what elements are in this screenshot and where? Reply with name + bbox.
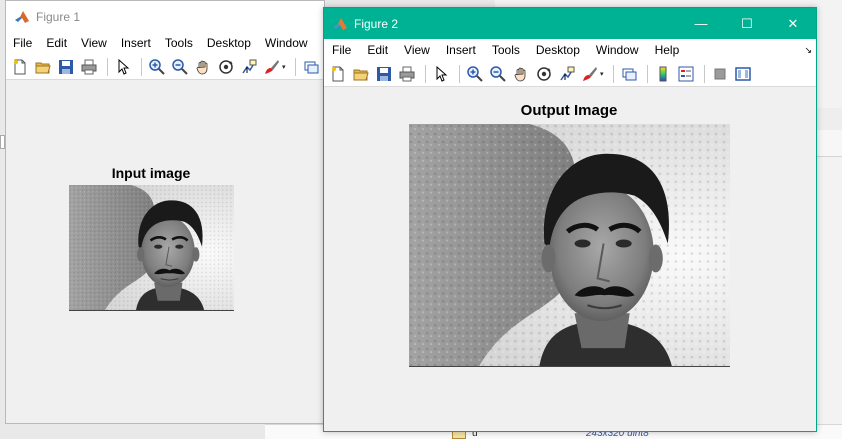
figure-1-menubar: File Edit View Insert Tools Desktop Window	[6, 32, 324, 54]
menu-tools[interactable]: Tools	[484, 39, 528, 61]
menu-file[interactable]: File	[324, 39, 359, 61]
output-image-title: Output Image	[520, 102, 618, 119]
figure-2-titlebar[interactable]: Figure 2 — ☐ ✕	[324, 8, 816, 39]
toolbar-separator	[459, 64, 460, 83]
save-icon[interactable]	[374, 64, 394, 84]
input-image	[69, 185, 234, 310]
hide-plot-tools-icon[interactable]	[710, 64, 730, 84]
figure-2-window: Figure 2 — ☐ ✕ File Edit View Insert Tools De…	[323, 7, 817, 432]
toolbar-separator	[646, 64, 648, 83]
window-controls: — ☐ ✕	[678, 8, 816, 39]
toolbar-separator	[107, 57, 108, 76]
brush-icon[interactable]	[580, 64, 600, 84]
toolbar-separator	[612, 64, 614, 83]
figure-1-window: Figure 1 File Edit View Insert Tools Desktop W…	[5, 0, 325, 424]
input-image-axes[interactable]	[69, 185, 234, 311]
print-icon[interactable]	[79, 57, 99, 77]
dock-arrow-icon[interactable]: ↘	[804, 45, 812, 56]
menu-insert[interactable]: Insert	[438, 39, 484, 61]
input-image-title: Input image	[111, 165, 191, 181]
toolbar-separator	[703, 64, 705, 83]
menu-view[interactable]: View	[396, 39, 438, 61]
show-plot-tools-icon[interactable]	[733, 64, 753, 84]
menu-desktop[interactable]: Desktop	[200, 32, 258, 54]
legend-icon[interactable]	[676, 64, 696, 84]
menu-edit[interactable]: Edit	[39, 32, 74, 54]
dropdown-arrow-icon[interactable]: ▾	[600, 70, 604, 78]
data-cursor-icon[interactable]	[557, 64, 577, 84]
toolbar-separator	[294, 57, 296, 76]
minimize-button[interactable]: —	[678, 8, 724, 39]
menu-window[interactable]: Window	[258, 32, 315, 54]
matlab-logo-icon	[332, 16, 348, 32]
data-cursor-icon[interactable]	[239, 57, 259, 77]
open-folder-icon[interactable]	[351, 64, 371, 84]
zoom-out-icon[interactable]	[170, 57, 190, 77]
figure-2-title: Figure 2	[354, 16, 399, 31]
link-plot-icon[interactable]	[301, 57, 321, 77]
menu-view[interactable]: View	[74, 32, 114, 54]
zoom-in-icon[interactable]	[465, 64, 485, 84]
pointer-icon[interactable]	[431, 64, 451, 84]
menu-tools[interactable]: Tools	[158, 32, 200, 54]
menu-insert[interactable]: Insert	[114, 32, 158, 54]
open-folder-icon[interactable]	[33, 57, 53, 77]
link-plot-icon[interactable]	[619, 64, 639, 84]
pan-hand-icon[interactable]	[193, 57, 213, 77]
colorbar-icon[interactable]	[653, 64, 673, 84]
figure-1-titlebar[interactable]: Figure 1	[6, 1, 324, 32]
menu-help[interactable]: Help	[647, 39, 688, 61]
workspace-header-row	[817, 130, 842, 157]
rotate-3d-icon[interactable]	[216, 57, 236, 77]
new-file-icon[interactable]	[328, 64, 348, 84]
figure-2-menubar: File Edit View Insert Tools Desktop Window Help…	[324, 39, 816, 61]
brush-icon[interactable]	[262, 57, 282, 77]
menu-edit[interactable]: Edit	[359, 39, 396, 61]
new-file-icon[interactable]	[10, 57, 30, 77]
close-icon: ✕	[787, 15, 799, 31]
output-image-axes[interactable]	[409, 124, 730, 367]
zoom-in-icon[interactable]	[147, 57, 167, 77]
pointer-icon[interactable]	[113, 57, 133, 77]
maximize-icon: ☐	[741, 15, 753, 31]
output-image	[409, 124, 730, 366]
maximize-button[interactable]: ☐	[724, 8, 770, 39]
toolbar-separator	[425, 64, 426, 83]
print-icon[interactable]	[397, 64, 417, 84]
save-icon[interactable]	[56, 57, 76, 77]
menu-desktop[interactable]: Desktop	[528, 39, 588, 61]
desktop: u 243x320 uint8 Figure 1 File Edit View Ins…	[0, 0, 842, 439]
menu-window[interactable]: Window	[588, 39, 647, 61]
rotate-3d-icon[interactable]	[534, 64, 554, 84]
figure-1-toolbar: ▾	[6, 54, 324, 80]
menu-file[interactable]: File	[6, 32, 39, 54]
figure-1-title: Figure 1	[36, 9, 81, 24]
dropdown-arrow-icon[interactable]: ▾	[282, 63, 286, 71]
close-button[interactable]: ✕	[770, 8, 816, 39]
pan-hand-icon[interactable]	[511, 64, 531, 84]
minimize-icon: —	[694, 16, 708, 31]
figure-2-toolbar: ▾	[324, 61, 816, 87]
matlab-logo-icon	[14, 9, 30, 25]
zoom-out-icon[interactable]	[488, 64, 508, 84]
toolbar-separator	[141, 57, 142, 76]
